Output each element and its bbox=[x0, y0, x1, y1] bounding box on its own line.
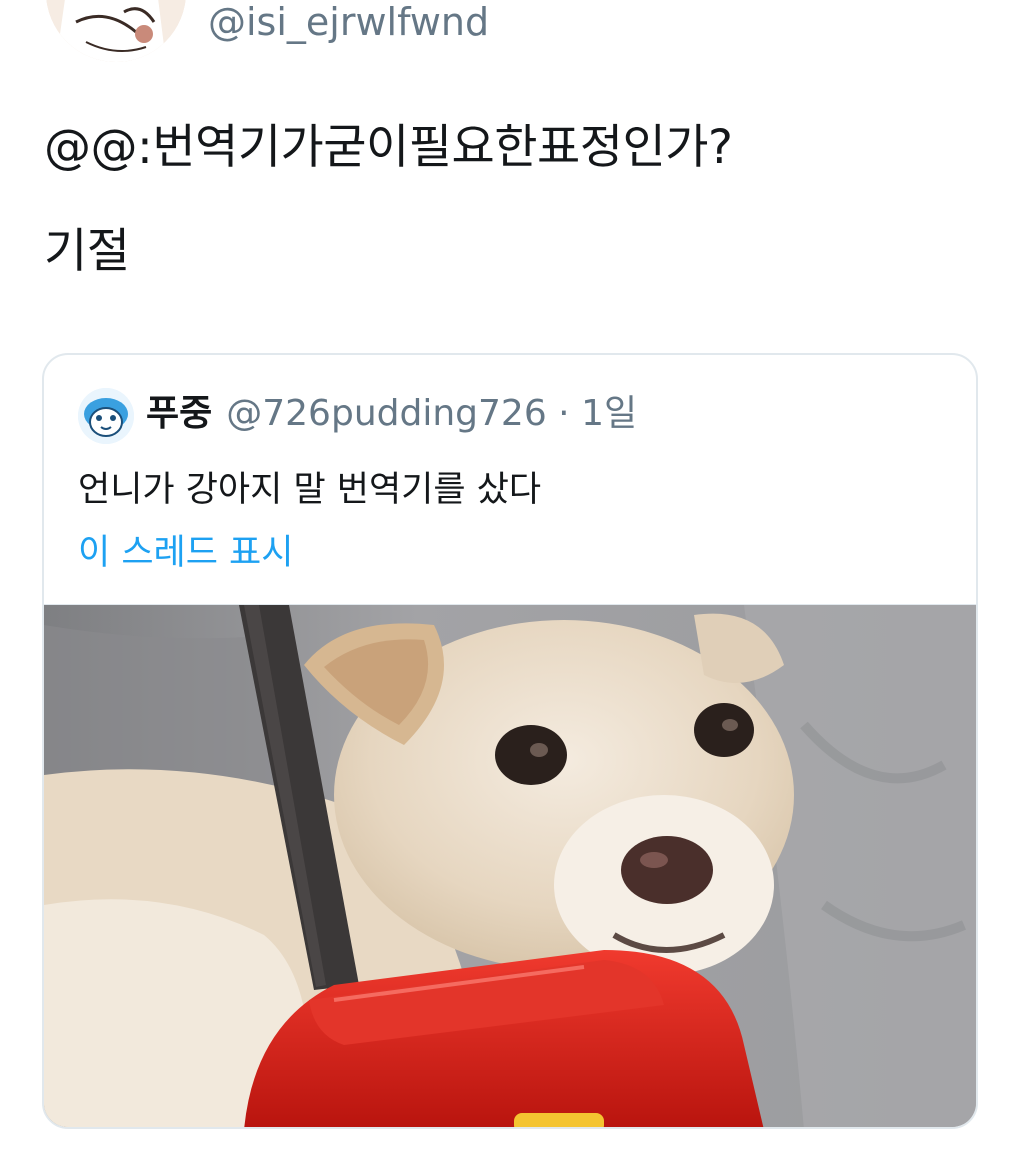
show-thread-link[interactable]: 이 스레드 표시 bbox=[78, 530, 293, 576]
quote-header: 푸중 @726pudding726 · 1일 bbox=[146, 391, 637, 437]
quote-timestamp[interactable]: 1일 bbox=[581, 393, 637, 434]
quote-author-name[interactable]: 푸중 bbox=[146, 393, 212, 434]
quoted-tweet-card[interactable]: 푸중 @726pudding726 · 1일 언니가 강아지 말 번역기를 샀다 … bbox=[42, 353, 978, 1129]
author-handle[interactable]: @isi_ejrwlfwnd bbox=[208, 0, 489, 44]
author-avatar[interactable] bbox=[46, 0, 186, 62]
quote-author-avatar[interactable] bbox=[78, 388, 134, 444]
tweet-text-line-1: @@:번역기가굳이필요한표정인가? bbox=[44, 120, 733, 175]
quote-text: 언니가 강아지 말 번역기를 샀다 bbox=[78, 470, 542, 510]
quote-author-handle[interactable]: @726pudding726 bbox=[226, 393, 546, 434]
quote-avatar-image bbox=[78, 388, 134, 444]
tweet-text-line-2: 기절 bbox=[44, 224, 130, 279]
quote-separator: · bbox=[558, 393, 570, 434]
author-avatar-image bbox=[46, 0, 186, 62]
quote-media-photo[interactable] bbox=[44, 604, 976, 1127]
dog-photo bbox=[44, 605, 976, 1127]
